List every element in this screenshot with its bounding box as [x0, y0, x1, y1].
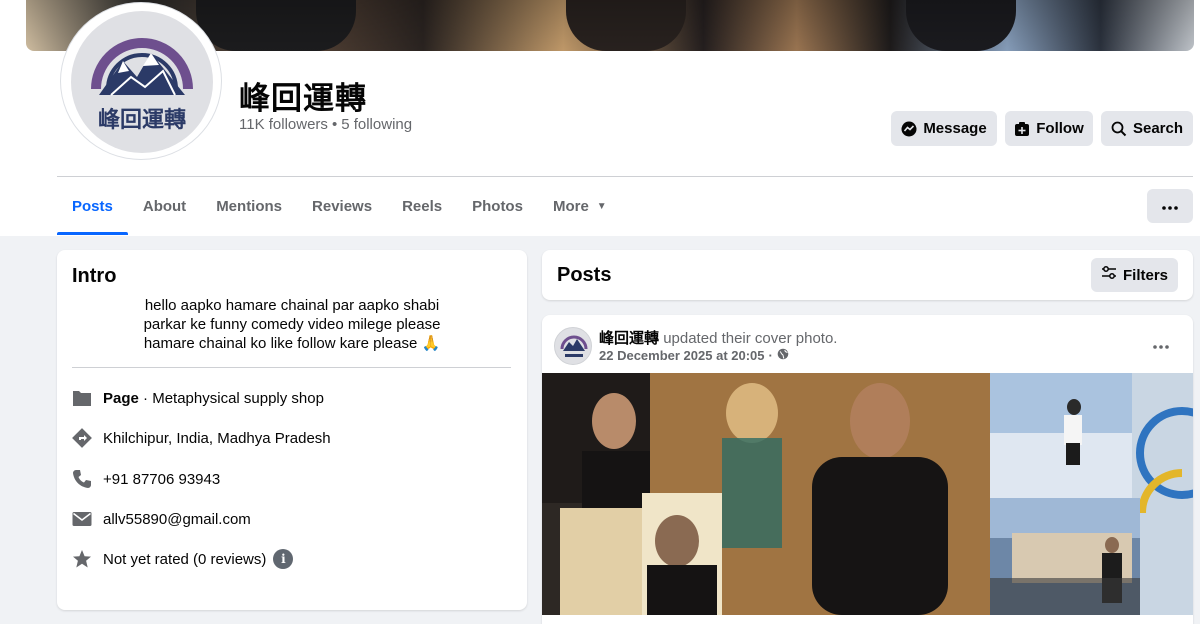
message-button[interactable]: Message — [891, 111, 997, 146]
stats-separator: • — [331, 116, 338, 133]
message-button-label: Message — [923, 120, 987, 137]
filters-label: Filters — [1122, 266, 1168, 284]
detail-email: allv55890@gmail.com — [71, 507, 251, 531]
post-card: 峰回運轉 updated their cover photo. 22 Decem… — [542, 315, 1193, 624]
page-logo: 峰回運轉 — [71, 11, 213, 153]
more-options-button[interactable] — [1147, 189, 1193, 223]
location-icon — [71, 427, 93, 449]
phone-text[interactable]: +91 87706 93943 — [103, 471, 220, 488]
page-category: Metaphysical supply shop — [152, 389, 324, 407]
caret-down-icon: ▼ — [596, 200, 607, 212]
tab-mentions[interactable]: Mentions — [201, 177, 297, 235]
detail-rating: Not yet rated (0 reviews) i — [71, 547, 294, 571]
star-icon — [71, 548, 93, 570]
bio-line: hello aapko hamare chainal par aapko sha… — [144, 297, 440, 314]
profile-tabs: Posts About Mentions Reviews Reels Photo… — [57, 177, 622, 235]
search-button[interactable]: Search — [1101, 111, 1193, 146]
follow-button[interactable]: Follow — [1005, 111, 1093, 146]
tab-label: About — [142, 197, 187, 215]
post-meta: 22 December 2025 at 20:05 · — [599, 348, 789, 363]
post-photo[interactable] — [542, 373, 1193, 615]
detail-page-category: Page · Metaphysical supply shop — [71, 386, 324, 410]
tab-reviews[interactable]: Reviews — [297, 177, 387, 235]
phone-icon — [71, 468, 93, 490]
page-title: 峰回運轉 — [239, 81, 367, 116]
tab-label: Reviews — [312, 197, 373, 215]
tab-label: Mentions — [216, 197, 283, 215]
ellipsis-icon — [1162, 197, 1178, 215]
search-button-label: Search — [1132, 120, 1184, 137]
post-author-name[interactable]: 峰回運轉 — [599, 330, 659, 347]
email-text[interactable]: allv55890@gmail.com — [103, 511, 251, 528]
tab-reels[interactable]: Reels — [387, 177, 457, 235]
flag-icon — [71, 387, 93, 409]
followers-link[interactable]: 11K followers — [239, 116, 328, 133]
follow-icon — [1014, 121, 1030, 137]
cover-collage — [542, 373, 1193, 615]
page-separator: · — [138, 389, 153, 407]
tab-about[interactable]: About — [128, 177, 201, 235]
follow-button-label: Follow — [1036, 120, 1084, 137]
filters-button[interactable]: Filters — [1091, 258, 1178, 292]
tab-label: More — [552, 197, 589, 215]
globe-icon — [777, 348, 789, 363]
filters-icon — [1101, 266, 1117, 284]
tab-photos[interactable]: Photos — [457, 177, 538, 235]
post-options-button[interactable] — [1143, 333, 1179, 357]
post-action-text: updated their cover photo. — [663, 330, 838, 347]
tab-posts[interactable]: Posts — [57, 177, 128, 235]
detail-phone: +91 87706 93943 — [71, 467, 220, 491]
intro-bio: hello aapko hamare chainal par aapko sha… — [129, 296, 455, 353]
intro-title: Intro — [72, 265, 117, 287]
page-header: 峰回運轉 峰回運轉 11K followers • 5 following Mess… — [0, 0, 1200, 236]
tab-label: Photos — [472, 197, 523, 215]
info-icon[interactable]: i — [273, 549, 294, 569]
meta-separator: · — [768, 348, 773, 363]
bio-line: parkar ke funny comedy video milege plea… — [143, 316, 441, 333]
post-timestamp[interactable]: 22 December 2025 at 20:05 — [599, 348, 765, 363]
page-label: Page — [103, 389, 139, 407]
profile-picture[interactable]: 峰回運轉 — [60, 2, 222, 160]
logo-text: 峰回運轉 — [98, 107, 186, 133]
bio-line: hamare chainal ko like follow kare pleas… — [143, 335, 441, 352]
post-header-text: 峰回運轉 updated their cover photo. — [599, 327, 837, 348]
email-icon — [71, 508, 93, 530]
rating-text: Not yet rated (0 reviews) — [103, 550, 267, 568]
posts-header-card: Posts Filters — [542, 250, 1193, 300]
search-icon — [1111, 121, 1127, 137]
location-text[interactable]: Khilchipur, India, Madhya Pradesh — [103, 430, 331, 447]
messenger-icon — [901, 121, 917, 137]
posts-title: Posts — [557, 264, 612, 286]
tab-more[interactable]: More ▼ — [538, 177, 622, 235]
follow-stats: 11K followers • 5 following — [239, 116, 412, 133]
detail-location: Khilchipur, India, Madhya Pradesh — [71, 426, 331, 450]
post-author-avatar[interactable] — [554, 327, 592, 365]
ellipsis-icon — [1153, 336, 1169, 354]
intro-divider — [72, 367, 511, 368]
intro-card: Intro hello aapko hamare chainal par aap… — [57, 250, 527, 610]
tab-label: Reels — [402, 197, 443, 215]
following-link[interactable]: 5 following — [341, 116, 412, 133]
tab-label: Posts — [72, 197, 113, 215]
